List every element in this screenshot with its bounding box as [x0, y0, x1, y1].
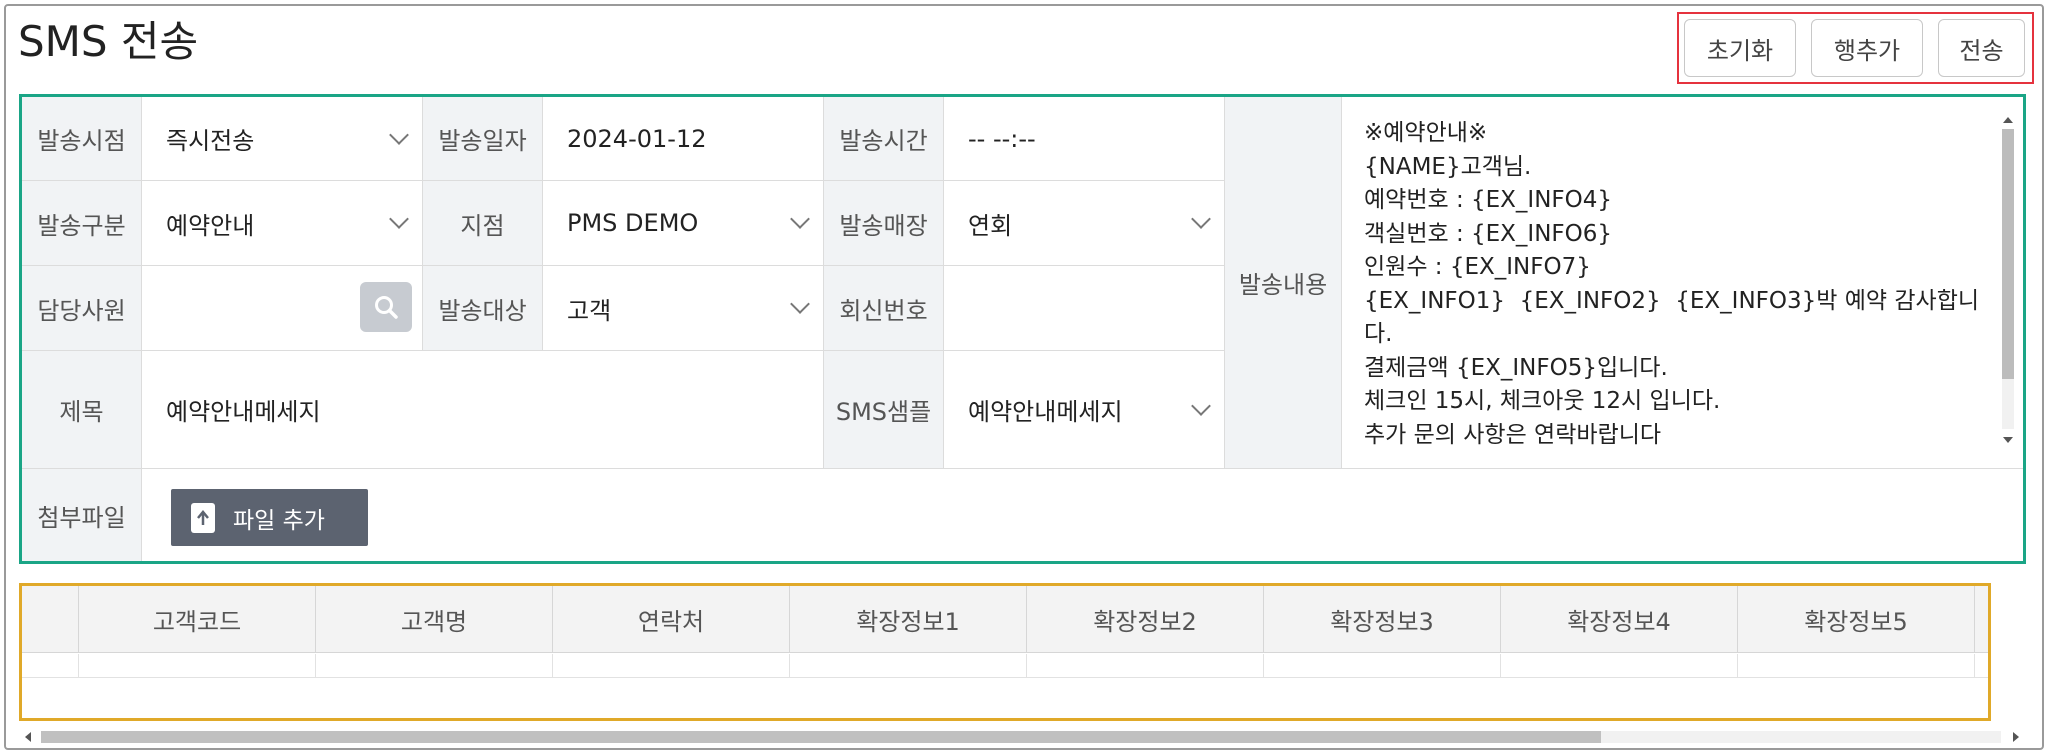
sms-sample-label: SMS샘플 [824, 351, 944, 469]
scroll-right-icon[interactable] [2013, 732, 2019, 742]
send-time-label: 발송시간 [824, 97, 944, 181]
add-file-label: 파일 추가 [233, 507, 325, 534]
send-date-input[interactable]: 2024-01-12 [543, 97, 824, 181]
subject-label: 제목 [22, 351, 142, 469]
target-select[interactable]: 고객 [543, 266, 824, 351]
sms-sample-select[interactable]: 예약안내메세지 [944, 351, 1225, 469]
grid-header-selector[interactable] [22, 586, 79, 653]
grid-header: 고객코드 고객명 연락처 확장정보1 확장정보2 확장정보3 확장정보4 확장정… [22, 586, 1988, 653]
send-type-label: 발송구분 [22, 181, 142, 266]
chevron-down-icon [1191, 209, 1211, 229]
page-title: SMS 전송 [18, 17, 199, 66]
scroll-left-icon[interactable] [25, 732, 31, 742]
grid-col-ext-info-1[interactable]: 확장정보1 [790, 586, 1027, 653]
attachment-label: 첨부파일 [22, 469, 142, 561]
chevron-down-icon [389, 124, 409, 145]
content-textarea[interactable]: ※예약안내※ {NAME}고객님. 예약번호 : {EX_INFO4} 객실번호… [1342, 97, 2023, 469]
send-date-value: 2024-01-12 [567, 124, 707, 153]
staff-label: 담당사원 [22, 266, 142, 351]
send-time-value: -- --:-- [968, 124, 1036, 153]
chevron-down-icon [389, 209, 409, 229]
staff-input[interactable] [142, 266, 423, 351]
target-value: 고객 [567, 296, 612, 325]
content-scrollbar[interactable] [1999, 115, 2015, 445]
subject-input[interactable]: 예약안내메세지 [142, 351, 824, 469]
scroll-up-icon[interactable] [2003, 117, 2013, 123]
sms-form: 발송시점 즉시전송 발송일자 2024-01-12 발송시간 -- --:-- … [19, 94, 2026, 564]
send-type-value: 예약안내 [166, 211, 255, 240]
sms-sample-value: 예약안내메세지 [968, 398, 1123, 426]
scroll-thumb[interactable] [2002, 129, 2014, 379]
staff-search-button[interactable] [360, 282, 412, 332]
send-date-label: 발송일자 [423, 97, 543, 181]
add-file-button[interactable]: 파일 추가 [171, 489, 368, 546]
reply-number-input[interactable] [944, 266, 1225, 351]
send-type-select[interactable]: 예약안내 [142, 181, 423, 266]
recipient-grid: 고객코드 고객명 연락처 확장정보1 확장정보2 확장정보3 확장정보4 확장정… [19, 583, 1991, 721]
grid-col-customer-name[interactable]: 고객명 [316, 586, 553, 653]
branch-label: 지점 [423, 181, 543, 266]
search-icon [375, 296, 398, 319]
grid-col-customer-code[interactable]: 고객코드 [79, 586, 316, 653]
reply-number-label: 회신번호 [824, 266, 944, 351]
table-row[interactable] [22, 654, 1988, 678]
chevron-down-icon [790, 209, 810, 229]
scroll-down-icon[interactable] [2003, 437, 2013, 443]
grid-col-ext-info-2[interactable]: 확장정보2 [1027, 586, 1264, 653]
hscroll-thumb[interactable] [41, 731, 1601, 743]
send-timing-value: 즉시전송 [166, 127, 255, 155]
top-action-group: 초기화 행추가 전송 [1677, 12, 2034, 84]
grid-col-ext-info-3[interactable]: 확장정보3 [1264, 586, 1501, 653]
send-store-value: 연회 [968, 211, 1013, 240]
grid-col-contact[interactable]: 연락처 [553, 586, 790, 653]
file-upload-icon [191, 502, 215, 533]
send-store-select[interactable]: 연회 [944, 181, 1225, 266]
add-row-button[interactable]: 행추가 [1811, 19, 1923, 77]
send-store-label: 발송매장 [824, 181, 944, 266]
target-label: 발송대상 [423, 266, 543, 351]
content-text: ※예약안내※ {NAME}고객님. 예약번호 : {EX_INFO4} 객실번호… [1364, 120, 1980, 448]
send-timing-select[interactable]: 즉시전송 [142, 97, 423, 181]
chevron-down-icon [790, 294, 810, 314]
content-label: 발송내용 [1225, 97, 1342, 469]
grid-col-ext-info-5[interactable]: 확장정보5 [1738, 586, 1975, 653]
grid-col-ext-info-4[interactable]: 확장정보4 [1501, 586, 1738, 653]
chevron-down-icon [1191, 395, 1211, 416]
send-button[interactable]: 전송 [1938, 19, 2025, 77]
horizontal-scrollbar[interactable] [19, 727, 2025, 747]
branch-select[interactable]: PMS DEMO [543, 181, 824, 266]
branch-value: PMS DEMO [567, 209, 699, 237]
send-timing-label: 발송시점 [22, 97, 142, 181]
reset-button[interactable]: 초기화 [1684, 19, 1796, 77]
send-time-input[interactable]: -- --:-- [944, 97, 1225, 181]
subject-value: 예약안내메세지 [166, 398, 321, 426]
